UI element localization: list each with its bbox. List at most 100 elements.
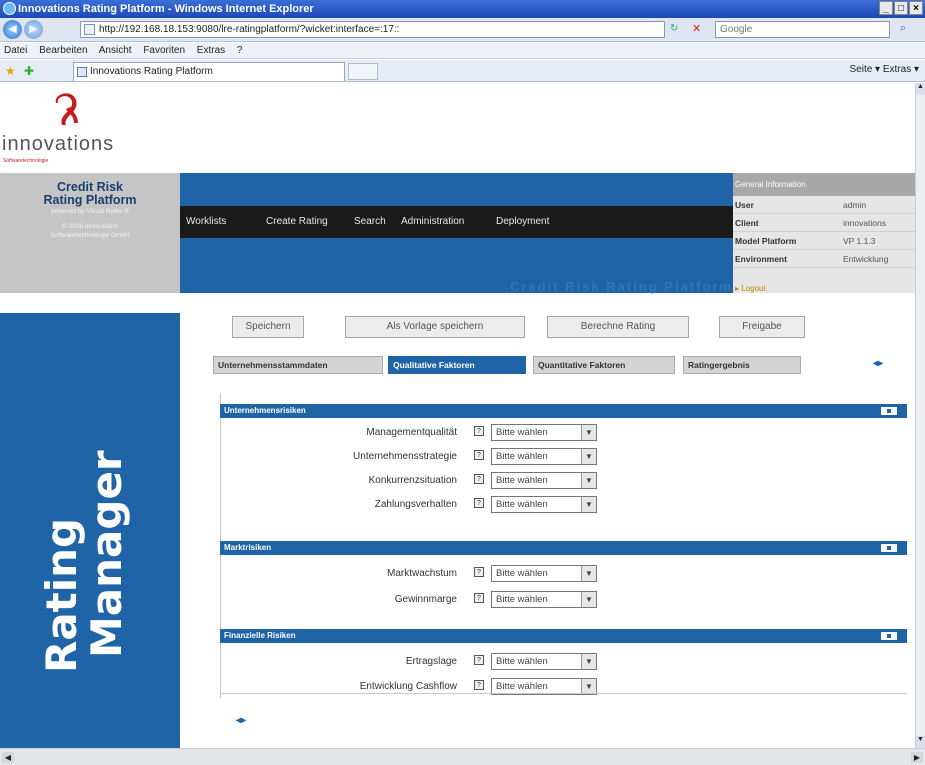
field-row: Marktwachstum? Bitte wählen ▼	[220, 563, 907, 585]
search-placeholder: Google	[720, 24, 753, 35]
logout-link[interactable]: ▸ Logout	[735, 284, 766, 293]
field-row: Gewinnmarge? Bitte wählen ▼	[220, 589, 907, 611]
chevron-down-icon[interactable]: ▼	[581, 654, 596, 669]
chevron-down-icon[interactable]: ▼	[581, 449, 596, 464]
release-button[interactable]: Freigabe	[719, 316, 805, 338]
tab-ratingergebnis[interactable]: Ratingergebnis	[683, 356, 801, 374]
vertical-scrollbar[interactable]: ▲ ▼	[915, 83, 925, 748]
back-icon[interactable]: ◀	[3, 20, 22, 39]
info-value: VP 1.1.3	[843, 236, 876, 246]
collapse-icon[interactable]	[881, 632, 897, 640]
menu-item[interactable]: Datei	[4, 45, 27, 56]
scroll-left-icon[interactable]: ◀	[2, 752, 14, 763]
section-title: Marktrisiken	[224, 543, 272, 552]
tab-scroll-arrows-icon[interactable]: ◂▸	[873, 358, 883, 369]
add-favorites-icon[interactable]: ✚	[24, 64, 34, 78]
nav-administration[interactable]: Administration	[401, 216, 464, 227]
scroll-down-icon[interactable]: ▼	[916, 736, 925, 748]
select-value: Bitte wählen	[496, 568, 548, 579]
chevron-down-icon[interactable]: ▼	[581, 679, 596, 694]
help-icon[interactable]: ?	[474, 593, 484, 603]
forward-icon[interactable]: ▶	[24, 20, 43, 39]
select-value: Bitte wählen	[496, 594, 548, 605]
new-tab-button[interactable]	[348, 63, 378, 80]
stop-icon[interactable]: ✕	[692, 22, 701, 35]
platform-box: Credit Risk Rating Platform powered by V…	[0, 173, 180, 293]
field-row: Ertragslage? Bitte wählen ▼	[220, 651, 907, 673]
ie-tools[interactable]: Seite ▾ Extras ▾	[849, 64, 919, 75]
select-dropdown[interactable]: Bitte wählen ▼	[491, 424, 597, 441]
save-as-template-button[interactable]: Als Vorlage speichern	[345, 316, 525, 338]
help-icon[interactable]: ?	[474, 680, 484, 690]
tab-qualitative-faktoren[interactable]: Qualitative Faktoren	[388, 356, 526, 374]
browser-tab[interactable]: Innovations Rating Platform	[73, 62, 345, 81]
menu-item[interactable]: Ansicht	[99, 45, 132, 56]
select-value: Bitte wählen	[496, 681, 548, 692]
collapse-icon[interactable]	[881, 544, 897, 552]
nav-deployment[interactable]: Deployment	[496, 216, 549, 227]
chevron-down-icon[interactable]: ▼	[581, 425, 596, 440]
chevron-down-icon[interactable]: ▼	[581, 497, 596, 512]
info-row-user: User admin	[733, 196, 915, 214]
field-label: Marktwachstum	[386, 568, 457, 579]
field-label: Gewinnmarge	[394, 594, 457, 605]
help-icon[interactable]: ?	[474, 450, 484, 460]
menu-bar: Datei Bearbeiten Ansicht Favoriten Extra…	[0, 43, 925, 59]
calculate-rating-button[interactable]: Berechne Rating	[547, 316, 689, 338]
field-row: Zahlungsverhalten? Bitte wählen ▼	[220, 494, 907, 516]
help-icon[interactable]: ?	[474, 655, 484, 665]
company: Softwaretechnologie GmbH	[50, 232, 130, 239]
header-watermark: Credit Risk Rating Platform	[510, 279, 734, 294]
select-dropdown[interactable]: Bitte wählen ▼	[491, 591, 597, 608]
chevron-down-icon[interactable]: ▼	[581, 592, 596, 607]
field-label: Zahlungsverhalten	[374, 499, 457, 510]
help-icon[interactable]: ?	[474, 567, 484, 577]
menu-item[interactable]: Bearbeiten	[39, 45, 87, 56]
collapse-icon[interactable]	[881, 407, 897, 415]
close-button[interactable]: ×	[909, 1, 923, 15]
menu-item[interactable]: Favoriten	[143, 45, 185, 56]
section-header-unternehmensrisiken: Unternehmensrisiken	[220, 404, 907, 418]
scroll-up-icon[interactable]: ▲	[916, 83, 925, 95]
field-label: Ertragslage	[405, 656, 457, 667]
help-icon[interactable]: ?	[474, 498, 484, 508]
nav-search[interactable]: Search	[354, 216, 386, 227]
search-icon[interactable]: ⌕	[900, 22, 906, 35]
ie-icon	[3, 2, 16, 15]
select-dropdown[interactable]: Bitte wählen ▼	[491, 653, 597, 670]
horizontal-scrollbar[interactable]: ◀ ▶	[0, 748, 925, 765]
chevron-down-icon[interactable]: ▼	[581, 566, 596, 581]
select-dropdown[interactable]: Bitte wählen ▼	[491, 496, 597, 513]
ie-tools-label: Seite ▾ Extras ▾	[849, 64, 919, 75]
field-row: Unternehmensstrategie? Bitte wählen ▼	[220, 446, 907, 468]
tab-scroll-arrows-bottom-icon[interactable]: ◂▸	[236, 715, 246, 726]
scroll-right-icon[interactable]: ▶	[911, 752, 923, 763]
menu-item[interactable]: ?	[237, 45, 243, 56]
select-dropdown[interactable]: Bitte wählen ▼	[491, 565, 597, 582]
chevron-down-icon[interactable]: ▼	[581, 473, 596, 488]
tab-quantitative-faktoren[interactable]: Quantitative Faktoren	[533, 356, 675, 374]
general-info-header: General Information	[733, 173, 915, 196]
address-input[interactable]: http://192.168.18.153:9080/lre-ratingpla…	[80, 21, 665, 38]
nav-worklists[interactable]: Worklists	[186, 216, 226, 227]
save-button[interactable]: Speichern	[232, 316, 304, 338]
search-input[interactable]: Google	[715, 21, 890, 38]
select-value: Bitte wählen	[496, 451, 548, 462]
select-dropdown[interactable]: Bitte wählen ▼	[491, 448, 597, 465]
refresh-icon[interactable]: ↻	[670, 23, 678, 34]
section-header-marktrisiken: Marktrisiken	[220, 541, 907, 555]
field-row: Managementqualität? Bitte wählen ▼	[220, 422, 907, 444]
select-dropdown[interactable]: Bitte wählen ▼	[491, 472, 597, 489]
minimize-button[interactable]: _	[879, 1, 893, 15]
tab-unternehmensstammdaten[interactable]: Unternehmensstammdaten	[213, 356, 383, 374]
favorites-star-icon[interactable]: ★	[5, 64, 16, 78]
menu-item[interactable]: Extras	[197, 45, 225, 56]
help-icon[interactable]: ?	[474, 426, 484, 436]
innovations-logo-icon	[55, 93, 78, 125]
window-titlebar: Innovations Rating Platform - Windows In…	[0, 0, 925, 18]
maximize-button[interactable]: □	[894, 1, 908, 15]
nav-create-rating[interactable]: Create Rating	[266, 216, 328, 227]
help-icon[interactable]: ?	[474, 474, 484, 484]
info-key: Client	[735, 218, 759, 228]
info-key: Model Platform	[735, 236, 797, 246]
